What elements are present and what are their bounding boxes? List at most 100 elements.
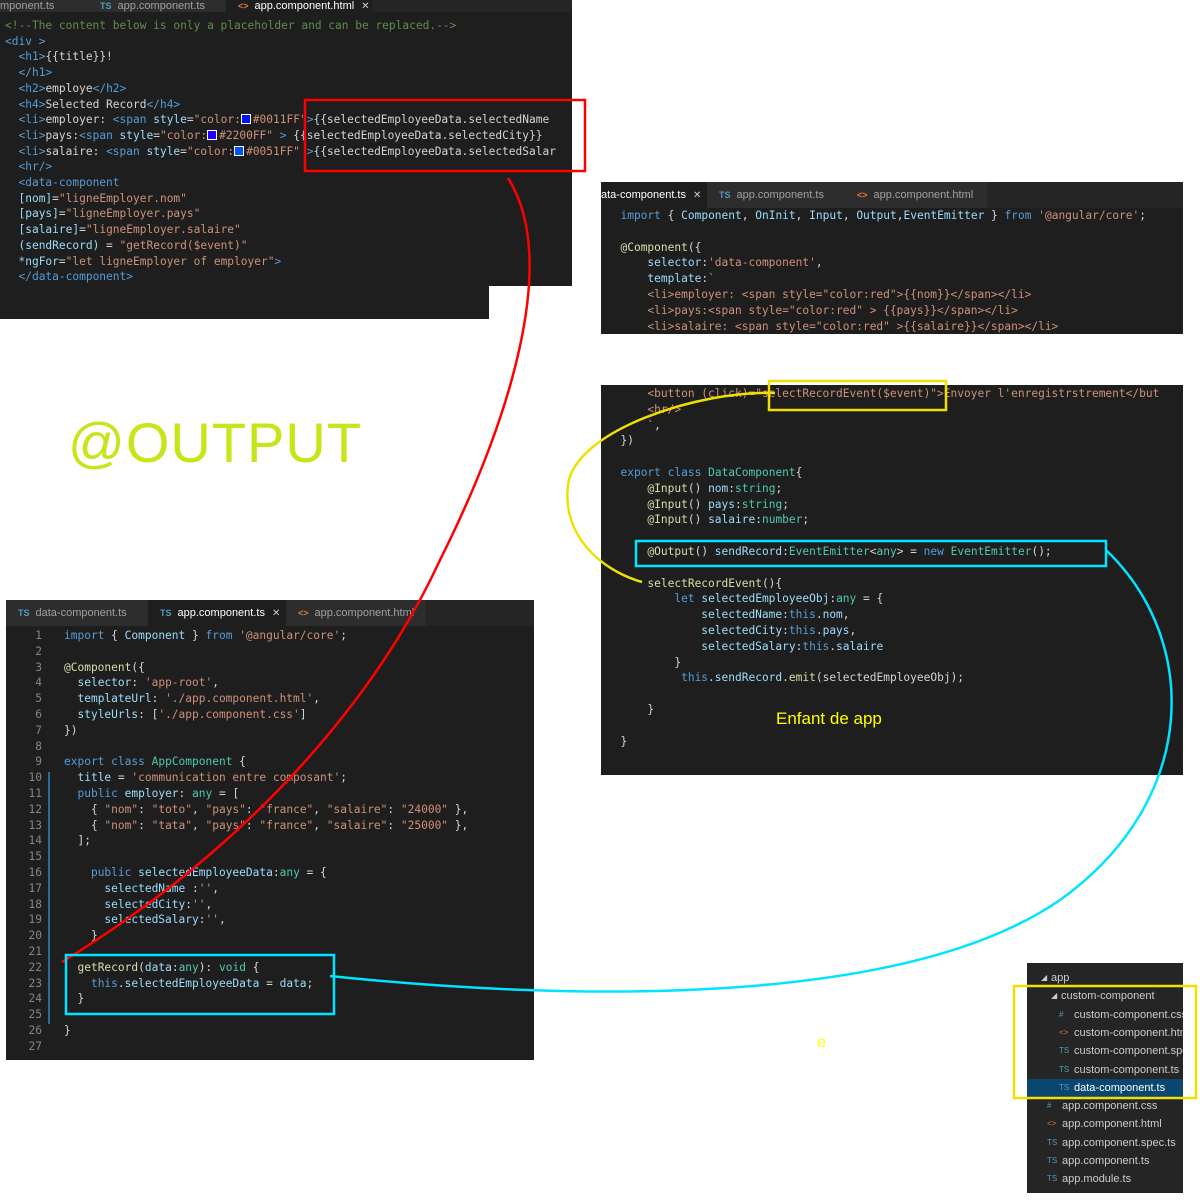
tab-data-component-ts[interactable]: ata-component.ts ✕ [601, 182, 707, 208]
code-line[interactable]: 17 selectedName :'', [6, 881, 534, 897]
code-line[interactable]: 11 public employer: any = [ [6, 786, 534, 802]
code-line[interactable] [601, 449, 1183, 465]
code-line[interactable]: *ngFor="let ligneEmployer of employer"> [0, 254, 572, 270]
tab-app-component-html[interactable]: <> app.component.html ✕ [226, 0, 372, 12]
close-icon[interactable]: ✕ [361, 1, 369, 12]
code-line[interactable]: 10 title = 'communication entre composan… [6, 770, 534, 786]
code-line[interactable]: selectRecordEvent(){ [601, 576, 1183, 592]
code-line[interactable]: export class DataComponent{ [601, 465, 1183, 481]
tab-data-component-ts[interactable]: TS data-component.ts [6, 600, 148, 626]
code-line[interactable]: 22 getRecord(data:any): void { [6, 960, 534, 976]
code-line[interactable]: 7}) [6, 723, 534, 739]
code-line[interactable]: 19 selectedSalary:'', [6, 912, 534, 928]
code-line[interactable]: 26} [6, 1023, 534, 1039]
tree-item[interactable]: ◢ custom-component [1027, 987, 1183, 1005]
code-line[interactable]: </h1> [0, 65, 572, 81]
code-line[interactable]: <li>employer: <span style="color:red">{{… [601, 287, 1183, 303]
tab-component-ts[interactable]: mponent.ts [0, 0, 90, 12]
tree-item[interactable]: TS app.module.ts [1027, 1170, 1183, 1188]
tab-app-component-ts[interactable]: TS app.component.ts [90, 0, 226, 12]
tree-item[interactable]: TS app.component.spec.ts [1027, 1134, 1183, 1152]
tree-item[interactable]: TS custom-component.ts [1027, 1061, 1183, 1079]
tab-app-component-html[interactable]: <> app.component.html [286, 600, 426, 626]
close-icon[interactable]: ✕ [693, 190, 701, 201]
code-line[interactable]: (sendRecord) = "getRecord($event)" [0, 238, 572, 254]
code-line[interactable]: 5 templateUrl: './app.component.html', [6, 691, 534, 707]
code-line[interactable]: <li>pays:<span style="color:red" > {{pay… [601, 303, 1183, 319]
color-swatch-icon[interactable] [240, 114, 251, 125]
close-icon[interactable]: ✕ [272, 608, 280, 619]
code-line[interactable]: @Output() sendRecord:EventEmitter<any> =… [601, 544, 1183, 560]
code-line[interactable]: let selectedEmployeeObj:any = { [601, 591, 1183, 607]
code-line[interactable]: 23 this.selectedEmployeeData = data; [6, 976, 534, 992]
code-line[interactable]: } [601, 702, 1183, 718]
code-line[interactable]: 24 } [6, 991, 534, 1007]
code-line[interactable]: 20 } [6, 928, 534, 944]
code-line[interactable]: @Input() salaire:number; [601, 512, 1183, 528]
code-line[interactable]: template:` [601, 271, 1183, 287]
code-line[interactable] [601, 224, 1183, 240]
tree-item[interactable]: # custom-component.css [1027, 1006, 1183, 1024]
code-line[interactable]: selectedSalary:this.salaire [601, 639, 1183, 655]
code-line[interactable]: `, [601, 418, 1183, 434]
code-line[interactable]: 15 [6, 849, 534, 865]
code-line[interactable]: 16 public selectedEmployeeData:any = { [6, 865, 534, 881]
code-line[interactable]: 25 [6, 1007, 534, 1023]
code-line[interactable]: import { Component, OnInit, Input, Outpu… [601, 208, 1183, 224]
code-line[interactable]: 2 [6, 644, 534, 660]
tab-app-component-ts[interactable]: TS app.component.ts ✕ [148, 600, 286, 626]
code-line[interactable]: 12 { "nom": "toto", "pays": "france", "s… [6, 802, 534, 818]
code-line[interactable]: <hr/> [601, 402, 1183, 418]
tree-item[interactable]: ◢ app [1027, 969, 1183, 987]
code-line[interactable]: selectedName:this.nom, [601, 607, 1183, 623]
code-line[interactable]: selector:'data-component', [601, 255, 1183, 271]
code-line[interactable]: <li>pays:<span style="color: #2200FF" > {… [0, 128, 572, 144]
code-line[interactable]: <li>employer: <span style="color: #0011FF… [0, 112, 572, 128]
code-line[interactable]: 27 [6, 1039, 534, 1055]
code-line[interactable]: 14 ]; [6, 833, 534, 849]
tree-item[interactable]: TS data-component.ts [1027, 1078, 1183, 1097]
code-line[interactable]: <!--The content below is only a placehol… [0, 18, 572, 34]
code-line[interactable]: } [601, 734, 1183, 750]
tab-app-component-html[interactable]: <> app.component.html [845, 182, 987, 208]
tree-item[interactable]: <> app.component.html [1027, 1115, 1183, 1133]
code-line[interactable]: 9 export class AppComponent { [6, 754, 534, 770]
code-line[interactable]: <li>salaire: <span style="color: #0051FF"… [0, 144, 572, 160]
code-line[interactable]: selectedCity:this.pays, [601, 623, 1183, 639]
code-line[interactable]: [pays]="ligneEmployer.pays" [0, 206, 572, 222]
code-line[interactable]: @Input() nom:string; [601, 481, 1183, 497]
tree-item[interactable]: TS app.component.ts [1027, 1152, 1183, 1170]
code-line[interactable]: @Input() pays:string; [601, 497, 1183, 513]
code-line[interactable]: 18 selectedCity:'', [6, 897, 534, 913]
code-line[interactable]: @Component({ [601, 240, 1183, 256]
code-line[interactable]: }) [601, 433, 1183, 449]
tab-app-component-ts[interactable]: TS app.component.ts [707, 182, 845, 208]
code-line[interactable]: <h4>Selected Record</h4> [0, 97, 572, 113]
tree-item[interactable]: <> custom-component.html [1027, 1024, 1183, 1042]
code-line[interactable]: 6 styleUrls: ['./app.component.css'] [6, 707, 534, 723]
code-line[interactable]: <li>salaire: <span style="color:red" >{{… [601, 319, 1183, 334]
code-line[interactable]: <button (click)="selectRecordEvent($even… [601, 386, 1183, 402]
color-swatch-icon[interactable] [207, 129, 218, 140]
code-line[interactable]: 21 [6, 944, 534, 960]
code-line[interactable]: 8 [6, 739, 534, 755]
code-line[interactable]: 4 selector: 'app-root', [6, 675, 534, 691]
code-line[interactable] [601, 560, 1183, 576]
code-line[interactable]: 13 { "nom": "tata", "pays": "france", "s… [6, 818, 534, 834]
code-line[interactable]: <div > [0, 34, 572, 50]
code-line[interactable]: <h2>employe</h2> [0, 81, 572, 97]
code-line[interactable]: <data-component [0, 175, 572, 191]
tree-item[interactable]: # app.component.css [1027, 1097, 1183, 1115]
code-line[interactable] [601, 718, 1183, 734]
code-line[interactable]: [salaire]="ligneEmployer.salaire" [0, 222, 572, 238]
code-line[interactable]: } [601, 655, 1183, 671]
code-line[interactable] [601, 528, 1183, 544]
code-line[interactable]: 3 @Component({ [6, 660, 534, 676]
code-line[interactable] [601, 686, 1183, 702]
tree-item[interactable]: TS custom-component.spec.ts [1027, 1042, 1183, 1060]
code-line[interactable]: [nom]="ligneEmployer.nom" [0, 191, 572, 207]
code-line[interactable]: </data-component> [0, 269, 572, 285]
code-line[interactable]: <hr/> [0, 159, 572, 175]
color-swatch-icon[interactable] [234, 145, 245, 156]
code-line[interactable]: <h1>{{title}}! [0, 49, 572, 65]
